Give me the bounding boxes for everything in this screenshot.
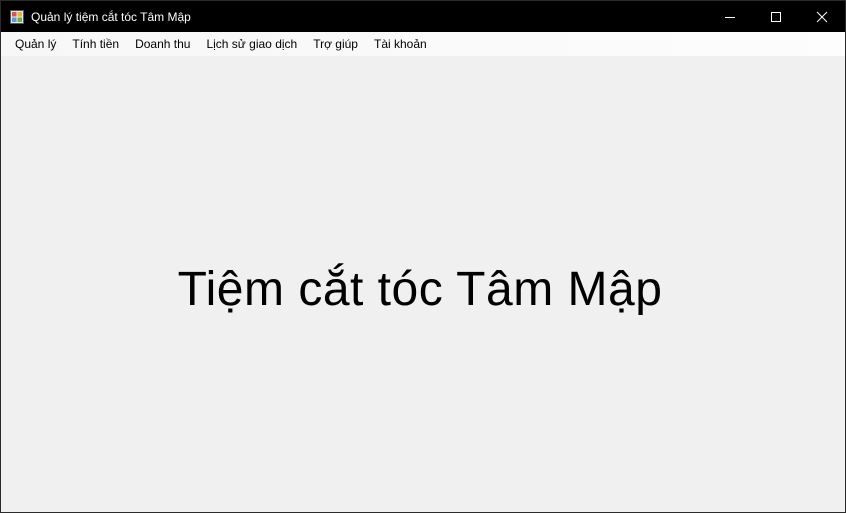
maximize-button[interactable]: [753, 1, 799, 32]
menu-item-doanh-thu[interactable]: Doanh thu: [128, 33, 197, 55]
title-bar[interactable]: Quản lý tiệm cắt tóc Tâm Mập: [1, 1, 845, 32]
app-window-icon[interactable]: [10, 9, 24, 24]
menu-item-tai-khoan[interactable]: Tài khoản: [367, 33, 434, 55]
close-icon: [816, 11, 828, 22]
minimize-icon: [725, 16, 735, 18]
window-title: Quản lý tiệm cắt tóc Tâm Mập: [31, 9, 191, 24]
app-window: Quản lý tiệm cắt tóc Tâm Mập Quản lý Tín…: [0, 0, 846, 513]
menu-item-tinh-tien[interactable]: Tính tiền: [65, 33, 126, 55]
close-button[interactable]: [799, 1, 845, 32]
menu-item-quan-ly[interactable]: Quản lý: [8, 33, 63, 55]
maximize-icon: [771, 11, 781, 22]
minimize-button[interactable]: [707, 1, 753, 32]
shop-name-heading: Tiệm cắt tóc Tâm Mập: [177, 263, 663, 316]
main-content: Tiệm cắt tóc Tâm Mập: [1, 56, 845, 512]
menu-item-lich-su-giao-dich[interactable]: Lịch sử giao dịch: [199, 33, 304, 55]
menu-item-tro-giup[interactable]: Trợ giúp: [306, 33, 365, 55]
menu-bar: Quản lý Tính tiền Doanh thu Lịch sử giao…: [1, 32, 845, 56]
caption-buttons: [707, 1, 845, 32]
